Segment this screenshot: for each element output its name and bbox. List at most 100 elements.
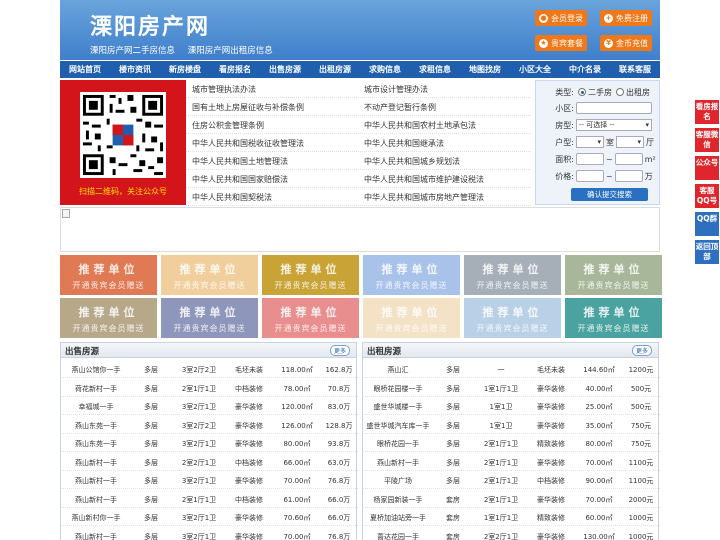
law-link[interactable]: 中华人民共和国城乡规划法 <box>364 156 460 167</box>
ad-banner[interactable] <box>60 207 660 252</box>
rent-listing-row[interactable]: 盛世华城汽车库一手 多层 1室1卫 豪华装修 35.00㎡ 750元 <box>363 416 660 434</box>
nav-item-9[interactable]: 小区大全 <box>510 61 560 78</box>
listing-name[interactable]: 眼桥花园楼一手 <box>365 384 431 394</box>
nav-item-8[interactable]: 地图找房 <box>460 61 510 78</box>
sale-listing-row[interactable]: 燕山新村一手 多层 3室2厅1卫 豪华装修 70.00㎡ 76.8万 <box>61 471 358 489</box>
listing-name[interactable]: 幸福城一手 <box>63 402 129 412</box>
law-link[interactable]: 中华人民共和国城市房地产管理法 <box>364 192 484 203</box>
listing-name[interactable]: 燕山新村一手 <box>63 495 129 505</box>
listing-name[interactable]: 盛世华城楼一手 <box>365 402 431 412</box>
recommended-unit-tile[interactable]: 推荐单位 开通贵宾会员赠送 <box>262 255 359 295</box>
float-item-1[interactable]: 客服微信 <box>695 128 719 152</box>
law-link[interactable]: 中华人民共和国国家赔偿法 <box>192 174 288 185</box>
recommended-unit-tile[interactable]: 推荐单位 开通贵宾会员赠送 <box>565 298 662 338</box>
recommended-unit-tile[interactable]: 推荐单位 开通贵宾会员赠送 <box>161 255 258 295</box>
float-item-2[interactable]: 公众号 <box>695 156 719 180</box>
rent-listing-row[interactable]: 燕山新村一手 多层 2室1厅1卫 豪华装修 70.00㎡ 1100元 <box>363 453 660 471</box>
listing-name[interactable]: 燕山公馆你一手 <box>63 365 129 375</box>
recommended-unit-tile[interactable]: 推荐单位 开通贵宾会员赠送 <box>565 255 662 295</box>
listing-name[interactable]: 燕山新村你一手 <box>63 513 129 523</box>
law-link[interactable]: 中华人民共和国农村土地承包法 <box>364 120 476 131</box>
sale-listing-row[interactable]: 燕山新村一手 多层 2室2厅1卫 中档装修 66.00㎡ 63.0万 <box>61 453 358 471</box>
listing-name[interactable]: 燕山东苑一手 <box>63 421 129 431</box>
law-link[interactable]: 中华人民共和国契税法 <box>192 192 272 203</box>
sale-listing-row[interactable]: 燕山新村一手 多层 3室2厅1卫 豪华装修 70.00㎡ 76.8万 <box>61 527 358 540</box>
recommended-unit-tile[interactable]: 推荐单位 开通贵宾会员赠送 <box>161 298 258 338</box>
nav-item-6[interactable]: 求购信息 <box>360 61 410 78</box>
listing-name[interactable]: 眼桥花园一手 <box>365 439 431 449</box>
nav-item-5[interactable]: 出租房源 <box>310 61 360 78</box>
float-item-0[interactable]: 看房报名 <box>695 100 719 124</box>
register-button[interactable]: + 免费注册 <box>600 10 652 26</box>
law-link[interactable]: 中华人民共和国城市维护建设税法 <box>364 174 484 185</box>
listing-name[interactable]: 蔷达花园一手 <box>365 532 431 540</box>
nav-item-2[interactable]: 新房楼盘 <box>160 61 210 78</box>
nav-item-4[interactable]: 出售房源 <box>260 61 310 78</box>
recommended-unit-tile[interactable]: 推荐单位 开通贵宾会员赠送 <box>262 298 359 338</box>
area-max-input[interactable] <box>614 153 643 165</box>
law-link[interactable]: 国有土地上房屋征收与补偿条例 <box>192 102 304 113</box>
law-link[interactable]: 住房公积金管理条例 <box>192 120 264 131</box>
rent-listing-row[interactable]: 蔷达花园一手 套房 2室2厅1卫 豪华装修 130.00㎡ 1000元 <box>363 527 660 540</box>
sale-listing-row[interactable]: 燕山公馆你一手 多层 3室2厅2卫 毛坯未装 118.00㎡ 162.8万 <box>61 360 358 378</box>
listing-name[interactable]: 燕山新村一手 <box>63 476 129 486</box>
nav-item-11[interactable]: 联系客服 <box>610 61 660 78</box>
float-item-3[interactable]: 客服QQ号 <box>695 184 719 208</box>
recommended-unit-tile[interactable]: 推荐单位 开通贵宾会员赠送 <box>60 255 157 295</box>
listing-name[interactable]: 燕山新村一手 <box>365 458 431 468</box>
recommended-unit-tile[interactable]: 推荐单位 开通贵宾会员赠送 <box>464 298 561 338</box>
price-min-input[interactable] <box>576 170 604 182</box>
sale-listing-row[interactable]: 荷花新村一手 多层 2室1厅1卫 中档装修 78.00㎡ 70.8万 <box>61 379 358 397</box>
float-item-5[interactable]: 返回顶部 <box>695 240 719 264</box>
float-item-4[interactable]: QQ群 <box>695 212 719 236</box>
sale-listing-row[interactable]: 燕山新村一手 多层 2室1厅1卫 中档装修 61.00㎡ 66.0万 <box>61 490 358 508</box>
listing-name[interactable]: 燕山新村一手 <box>63 458 129 468</box>
sale-listing-row[interactable]: 燕山东苑一手 多层 3室2厅1卫 豪华装修 80.00㎡ 93.8万 <box>61 434 358 452</box>
coin-recharge-button[interactable]: ¥ 金币充值 <box>600 35 652 51</box>
hall-select[interactable] <box>616 136 644 148</box>
listing-name[interactable]: 杨家园新装一手 <box>365 495 431 505</box>
sale-more-link[interactable]: 更多 <box>329 345 350 356</box>
nav-item-3[interactable]: 看房报名 <box>210 61 260 78</box>
vip-package-button[interactable]: ★ 贵宾套餐 <box>535 35 587 51</box>
law-link[interactable]: 中华人民共和国继承法 <box>364 138 444 149</box>
sale-listing-row[interactable]: 燕山东苑一手 多层 3室2厅2卫 豪华装修 126.00㎡ 128.8万 <box>61 416 358 434</box>
law-link[interactable]: 中华人民共和国土地管理法 <box>192 156 288 167</box>
rent-listing-row[interactable]: 夏桥加油站旁一手 套房 1室1厅1卫 精致装修 60.00㎡ 1000元 <box>363 508 660 526</box>
listing-name[interactable]: 盛世华城汽车库一手 <box>365 421 431 431</box>
sale-listing-row[interactable]: 燕山新村你一手 多层 3室2厅1卫 豪华装修 70.60㎡ 66.0万 <box>61 508 358 526</box>
rent-listing-row[interactable]: 眼桥花园一手 多层 2室1厅1卫 精致装修 80.00㎡ 750元 <box>363 434 660 452</box>
recommended-unit-tile[interactable]: 推荐单位 开通贵宾会员赠送 <box>60 298 157 338</box>
recommended-unit-tile[interactable]: 推荐单位 开通贵宾会员赠送 <box>363 255 460 295</box>
radio-rent[interactable] <box>616 88 624 96</box>
nav-item-0[interactable]: 网站首页 <box>60 61 110 78</box>
room-select[interactable] <box>576 136 604 148</box>
rent-listing-row[interactable]: 平陵广场 多层 2室1厅1卫 中档装修 90.00㎡ 1100元 <box>363 471 660 489</box>
law-link[interactable]: 城市管理执法办法 <box>192 84 256 95</box>
house-type-select[interactable]: -- 可选择 -- <box>576 119 652 131</box>
listing-name[interactable]: 荷花新村一手 <box>63 384 129 394</box>
recommended-unit-tile[interactable]: 推荐单位 开通贵宾会员赠送 <box>464 255 561 295</box>
law-link[interactable]: 不动产登记暂行条例 <box>364 102 436 113</box>
listing-name[interactable]: 燕山东苑一手 <box>63 439 129 449</box>
community-input[interactable] <box>576 102 652 114</box>
law-link[interactable]: 中华人民共和国税收征收管理法 <box>192 138 304 149</box>
search-submit-button[interactable]: 确认提交搜索 <box>571 188 648 201</box>
radio-second-hand[interactable] <box>578 88 586 96</box>
sale-listing-row[interactable]: 幸福城一手 多层 3室2厅1卫 豪华装修 120.00㎡ 83.0万 <box>61 397 358 415</box>
nav-item-1[interactable]: 楼市资讯 <box>110 61 160 78</box>
nav-item-7[interactable]: 求租信息 <box>410 61 460 78</box>
listing-name[interactable]: 夏桥加油站旁一手 <box>365 513 431 523</box>
listing-name[interactable]: 燕山新村一手 <box>63 532 129 540</box>
rent-more-link[interactable]: 更多 <box>631 345 652 356</box>
area-min-input[interactable] <box>576 153 604 165</box>
login-button[interactable]: ● 会员登录 <box>535 10 587 26</box>
rent-listing-row[interactable]: 眼桥花园楼一手 多层 1室1厅1卫 豪华装修 40.00㎡ 500元 <box>363 379 660 397</box>
price-max-input[interactable] <box>614 170 643 182</box>
recommended-unit-tile[interactable]: 推荐单位 开通贵宾会员赠送 <box>363 298 460 338</box>
rent-listing-row[interactable]: 盛世华城楼一手 多层 1室1卫 豪华装修 25.00㎡ 500元 <box>363 397 660 415</box>
listing-name[interactable]: 燕山汇 <box>365 365 431 375</box>
site-logo[interactable]: 溧阳房产网 <box>90 9 210 41</box>
rent-listing-row[interactable]: 杨家园新装一手 套房 2室1厅1卫 豪华装修 70.00㎡ 2000元 <box>363 490 660 508</box>
law-link[interactable]: 城市设计管理办法 <box>364 84 428 95</box>
